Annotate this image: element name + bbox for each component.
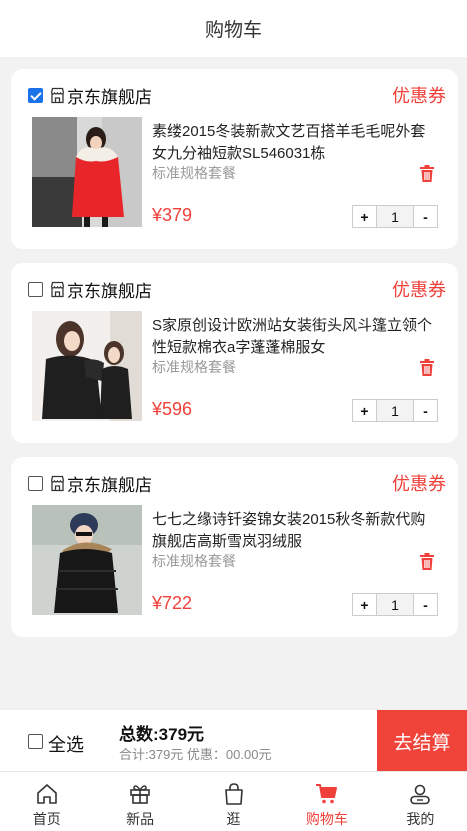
user-icon: [410, 784, 431, 805]
product-title[interactable]: 素缕2015冬装新款文艺百搭羊毛毛呢外套女九分袖短款SL546031栋: [152, 121, 432, 165]
product-title[interactable]: 七七之缘诗钎姿锦女装2015秋冬新款代购旗舰店高斯雪岚羽绒服: [152, 509, 432, 553]
quantity-value[interactable]: 1: [376, 400, 414, 421]
cart-list: 京东旗舰店 优惠券 素缕2015冬装新款文艺百搭羊毛毛呢外套女九分袖短款SL54…: [11, 69, 458, 651]
product-image[interactable]: [32, 117, 142, 227]
checkout-bar: 全选 总数:379元 合计:379元 优惠：00.00元 去结算: [0, 709, 467, 772]
product-spec: 标准规格套餐: [152, 165, 236, 181]
tab-label: 新品: [126, 811, 155, 827]
product-spec: 标准规格套餐: [152, 553, 236, 569]
product-title[interactable]: S家原创设计欧洲站女装街头风斗篷立领个性短款棉衣a字蓬蓬棉服女: [152, 315, 432, 359]
product-image[interactable]: [32, 505, 142, 615]
decrease-button[interactable]: -: [414, 400, 437, 421]
total-summary: 合计:379元 优惠：00.00元: [119, 747, 272, 762]
decrease-button[interactable]: -: [414, 206, 437, 227]
cart-item: 京东旗舰店 优惠券 S家原创设计欧洲站女装街头风斗篷立领个性短款棉衣a字蓬蓬棉服…: [11, 263, 458, 443]
checkout-button[interactable]: 去结算: [377, 710, 467, 772]
trash-icon[interactable]: [419, 553, 435, 570]
product-price: ¥722: [152, 593, 193, 613]
bottom-tab-bar: 首页 新品 逛 购物车 我的: [0, 771, 467, 831]
shop-name[interactable]: 京东旗舰店: [67, 471, 152, 496]
tab-label: 逛: [226, 811, 241, 827]
shop-name[interactable]: 京东旗舰店: [67, 277, 152, 302]
shop-name[interactable]: 京东旗舰店: [67, 83, 152, 108]
quantity-value[interactable]: 1: [376, 206, 414, 227]
select-all-checkbox[interactable]: [28, 734, 43, 749]
quantity-value[interactable]: 1: [376, 594, 414, 615]
bag-icon: [224, 783, 243, 805]
trash-icon[interactable]: [419, 165, 435, 182]
coupon-link[interactable]: 优惠券: [392, 276, 446, 302]
total-count: 总数:379元: [119, 725, 205, 744]
shop-icon: [50, 87, 65, 104]
coupon-link[interactable]: 优惠券: [392, 470, 446, 496]
trash-icon[interactable]: [419, 359, 435, 376]
page-header: 购物车: [0, 0, 467, 57]
cart-icon: [315, 784, 337, 804]
increase-button[interactable]: +: [353, 400, 376, 421]
shop-icon: [50, 475, 65, 492]
tab-new[interactable]: 新品: [93, 772, 186, 831]
item-checkbox[interactable]: [28, 282, 43, 297]
tab-label: 我的: [406, 811, 435, 827]
decrease-button[interactable]: -: [414, 594, 437, 615]
select-all-label[interactable]: 全选: [48, 731, 84, 757]
item-checkbox[interactable]: [28, 88, 43, 103]
page-title: 购物车: [204, 20, 262, 41]
cart-item: 京东旗舰店 优惠券 七七之缘诗钎姿锦女装2015秋冬新款代购旗舰店高斯雪岚羽绒服…: [11, 457, 458, 637]
tab-me[interactable]: 我的: [374, 772, 467, 831]
quantity-stepper: + 1 -: [352, 205, 438, 228]
tab-cart[interactable]: 购物车: [280, 772, 373, 831]
product-price: ¥596: [152, 399, 193, 419]
tab-label: 购物车: [305, 811, 348, 827]
increase-button[interactable]: +: [353, 594, 376, 615]
product-spec: 标准规格套餐: [152, 359, 236, 375]
tab-label: 首页: [32, 811, 61, 827]
quantity-stepper: + 1 -: [352, 593, 438, 616]
coupon-link[interactable]: 优惠券: [392, 82, 446, 108]
tab-home[interactable]: 首页: [0, 772, 93, 831]
product-image[interactable]: [32, 311, 142, 421]
tab-browse[interactable]: 逛: [187, 772, 280, 831]
home-icon: [36, 784, 57, 804]
increase-button[interactable]: +: [353, 206, 376, 227]
shop-icon: [50, 281, 65, 298]
product-price: ¥379: [152, 205, 193, 225]
cart-item: 京东旗舰店 优惠券 素缕2015冬装新款文艺百搭羊毛毛呢外套女九分袖短款SL54…: [11, 69, 458, 249]
quantity-stepper: + 1 -: [352, 399, 438, 422]
item-checkbox[interactable]: [28, 476, 43, 491]
gift-icon: [130, 785, 150, 804]
